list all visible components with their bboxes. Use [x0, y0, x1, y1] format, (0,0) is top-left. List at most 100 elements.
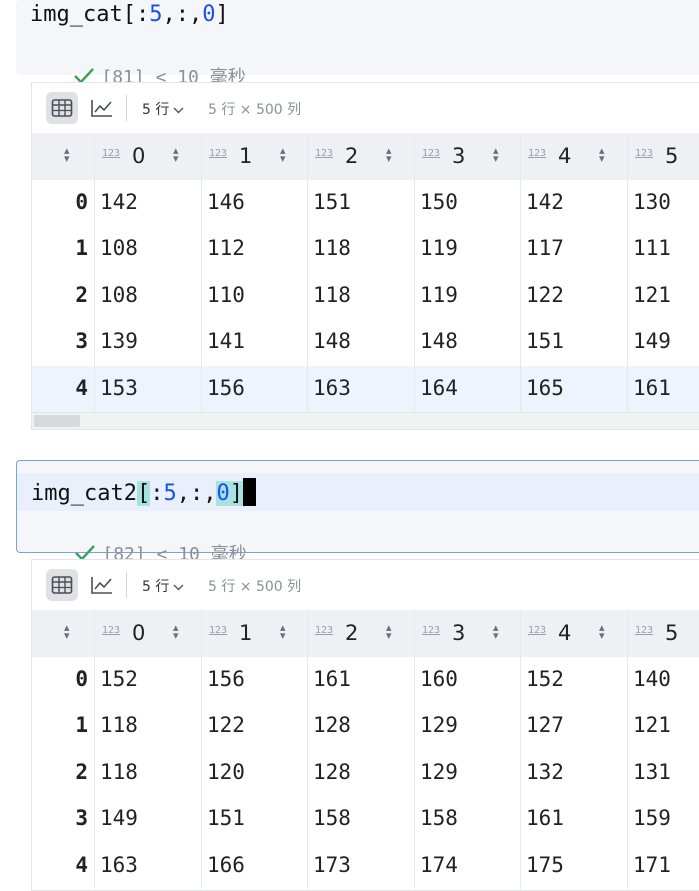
table-cell[interactable]: 108 [100, 283, 138, 307]
table-row[interactable]: 3 149 151 158 158 161 159 [32, 796, 699, 842]
table-cell[interactable]: 156 [207, 376, 245, 400]
table-cell[interactable]: 175 [526, 853, 564, 877]
table-cell[interactable]: 156 [207, 667, 245, 691]
column-header[interactable]: 123 5 [628, 610, 699, 657]
table-cell[interactable]: 171 [633, 853, 671, 877]
table-cell[interactable]: 149 [633, 329, 671, 353]
table-cell[interactable]: 163 [100, 853, 138, 877]
code-line[interactable]: img_cat2[:5,:,0] [31, 478, 256, 506]
table-cell[interactable]: 118 [313, 283, 351, 307]
column-header[interactable]: 123 1 ▴ ▾ [202, 133, 308, 180]
sort-icon[interactable]: ▴ ▾ [386, 622, 392, 641]
table-cell[interactable]: 158 [420, 806, 458, 830]
table-cell[interactable]: 118 [100, 713, 138, 737]
column-header[interactable]: 123 0 ▴ ▾ [95, 133, 201, 180]
table-cell[interactable]: 148 [420, 329, 458, 353]
sort-icon[interactable]: ▴ ▾ [64, 145, 70, 164]
chart-view-button[interactable] [86, 92, 118, 124]
table-cell[interactable]: 153 [100, 376, 138, 400]
table-row[interactable]: 0 142 146 151 150 142 130 [32, 180, 699, 226]
sort-icon[interactable]: ▴ ▾ [599, 622, 605, 641]
table-row[interactable]: 2 118 120 128 129 132 131 [32, 750, 699, 796]
table-cell[interactable]: 142 [526, 190, 564, 214]
table-cell[interactable]: 152 [526, 667, 564, 691]
code-line[interactable]: img_cat[:5,:,0] [30, 2, 229, 27]
column-header[interactable]: 123 4 ▴ ▾ [521, 610, 627, 657]
table-cell[interactable]: 151 [207, 806, 245, 830]
column-header[interactable]: 123 0 ▴ ▾ [95, 610, 201, 657]
sort-icon[interactable]: ▴ ▾ [64, 622, 70, 641]
table-cell[interactable]: 111 [633, 236, 671, 260]
index-header[interactable]: ▴ ▾ [32, 610, 94, 657]
table-cell[interactable]: 173 [313, 853, 351, 877]
table-cell[interactable]: 151 [526, 329, 564, 353]
table-cell[interactable]: 108 [100, 236, 138, 260]
table-cell[interactable]: 121 [633, 713, 671, 737]
rows-dropdown[interactable]: 5 行 [142, 576, 184, 596]
table-cell[interactable]: 132 [526, 760, 564, 784]
table-cell[interactable]: 148 [313, 329, 351, 353]
table-cell[interactable]: 152 [100, 667, 138, 691]
table-cell[interactable]: 118 [313, 236, 351, 260]
column-header[interactable]: 123 1 ▴ ▾ [202, 610, 308, 657]
table-cell[interactable]: 119 [420, 283, 458, 307]
table-cell[interactable]: 166 [207, 853, 245, 877]
table-cell[interactable]: 142 [100, 190, 138, 214]
table-cell[interactable]: 161 [526, 806, 564, 830]
table-cell[interactable]: 122 [207, 713, 245, 737]
table-view-button[interactable] [46, 92, 78, 124]
table-cell[interactable]: 130 [633, 190, 671, 214]
table-cell[interactable]: 165 [526, 376, 564, 400]
table-cell[interactable]: 160 [420, 667, 458, 691]
table-row[interactable]: 2 108 110 118 119 122 121 [32, 273, 699, 319]
table-cell[interactable]: 121 [633, 283, 671, 307]
table-row[interactable]: 1 118 122 128 129 127 121 [32, 703, 699, 749]
table-row[interactable]: 4 163 166 173 174 175 171 [32, 843, 699, 889]
table-cell[interactable]: 117 [526, 236, 564, 260]
sort-icon[interactable]: ▴ ▾ [173, 145, 179, 164]
table-cell[interactable]: 163 [313, 376, 351, 400]
table-cell[interactable]: 128 [313, 713, 351, 737]
code-cell-2[interactable]: img_cat2[:5,:,0] [82] < 10 毫秒 [16, 460, 699, 565]
table-cell[interactable]: 149 [100, 806, 138, 830]
table-view-button[interactable] [46, 569, 78, 601]
table-cell[interactable]: 112 [207, 236, 245, 260]
sort-icon[interactable]: ▴ ▾ [599, 145, 605, 164]
table-cell[interactable]: 151 [313, 190, 351, 214]
sort-icon[interactable]: ▴ ▾ [493, 622, 499, 641]
column-header[interactable]: 123 2 ▴ ▾ [308, 610, 414, 657]
table-cell[interactable]: 122 [526, 283, 564, 307]
table-cell[interactable]: 127 [526, 713, 564, 737]
code-cell-1[interactable]: img_cat[:5,:,0] [81] < 10 毫秒 [16, 0, 699, 88]
scrollbar-thumb[interactable] [34, 415, 80, 427]
table-cell[interactable]: 118 [100, 760, 138, 784]
table-row[interactable]: 3 139 141 148 148 151 149 [32, 319, 699, 365]
table-cell[interactable]: 159 [633, 806, 671, 830]
table-cell[interactable]: 174 [420, 853, 458, 877]
column-header[interactable]: 123 2 ▴ ▾ [308, 133, 414, 180]
table-row[interactable]: 0 152 156 161 160 152 140 [32, 657, 699, 703]
sort-icon[interactable]: ▴ ▾ [386, 145, 392, 164]
table-cell[interactable]: 129 [420, 713, 458, 737]
column-header[interactable]: 123 5 [628, 133, 699, 180]
table-cell[interactable]: 129 [420, 760, 458, 784]
sort-icon[interactable]: ▴ ▾ [493, 145, 499, 164]
table-row[interactable]: 1 108 112 118 119 117 111 [32, 226, 699, 272]
table-cell[interactable]: 110 [207, 283, 245, 307]
index-header[interactable]: ▴ ▾ [32, 133, 94, 180]
sort-icon[interactable]: ▴ ▾ [280, 145, 286, 164]
table-cell[interactable]: 161 [633, 376, 671, 400]
table-cell[interactable]: 141 [207, 329, 245, 353]
sort-icon[interactable]: ▴ ▾ [280, 622, 286, 641]
table-cell[interactable]: 140 [633, 667, 671, 691]
column-header[interactable]: 123 3 ▴ ▾ [415, 133, 521, 180]
column-header[interactable]: 123 3 ▴ ▾ [415, 610, 521, 657]
column-header[interactable]: 123 4 ▴ ▾ [521, 133, 627, 180]
table-cell[interactable]: 150 [420, 190, 458, 214]
table-cell[interactable]: 139 [100, 329, 138, 353]
table-cell[interactable]: 131 [633, 760, 671, 784]
table-cell[interactable]: 119 [420, 236, 458, 260]
chart-view-button[interactable] [86, 569, 118, 601]
table-cell[interactable]: 128 [313, 760, 351, 784]
table-cell[interactable]: 146 [207, 190, 245, 214]
